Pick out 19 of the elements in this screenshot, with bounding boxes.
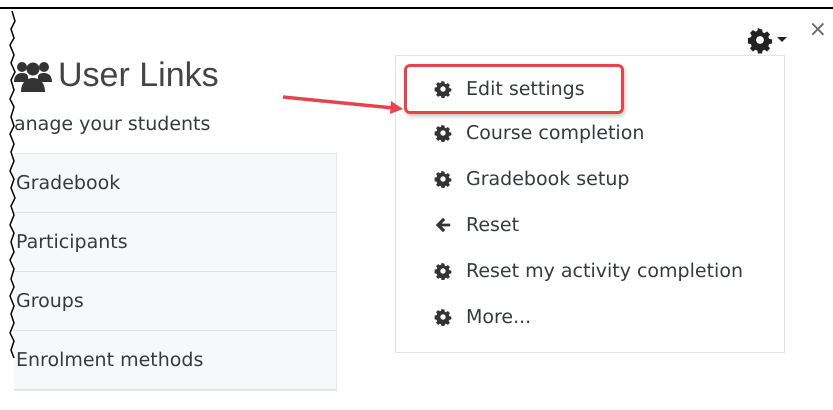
back-arrow-icon: [434, 216, 452, 234]
link-item[interactable]: Participants: [14, 213, 336, 272]
menu-item[interactable]: Edit settings: [404, 64, 624, 114]
gear-icon: [434, 170, 452, 188]
gear-icon: [434, 124, 452, 142]
link-item[interactable]: Groups: [14, 272, 336, 331]
menu-item[interactable]: Reset my activity completion: [404, 248, 776, 294]
gear-icon: [434, 308, 452, 326]
menu-item[interactable]: Gradebook setup: [404, 156, 662, 202]
close-button[interactable]: ×: [808, 19, 827, 41]
page-subtitle: anage your students: [14, 113, 212, 137]
settings-menu-icon[interactable]: [746, 25, 789, 55]
link-item[interactable]: Enrolment methods: [14, 331, 336, 390]
gear-icon: [434, 80, 452, 98]
menu-item[interactable]: More...: [404, 294, 564, 340]
link-item[interactable]: Gradebook: [14, 154, 336, 213]
gear-icon: [434, 262, 452, 280]
menu-item[interactable]: Reset: [404, 202, 552, 248]
page-title: User Links: [58, 56, 219, 94]
